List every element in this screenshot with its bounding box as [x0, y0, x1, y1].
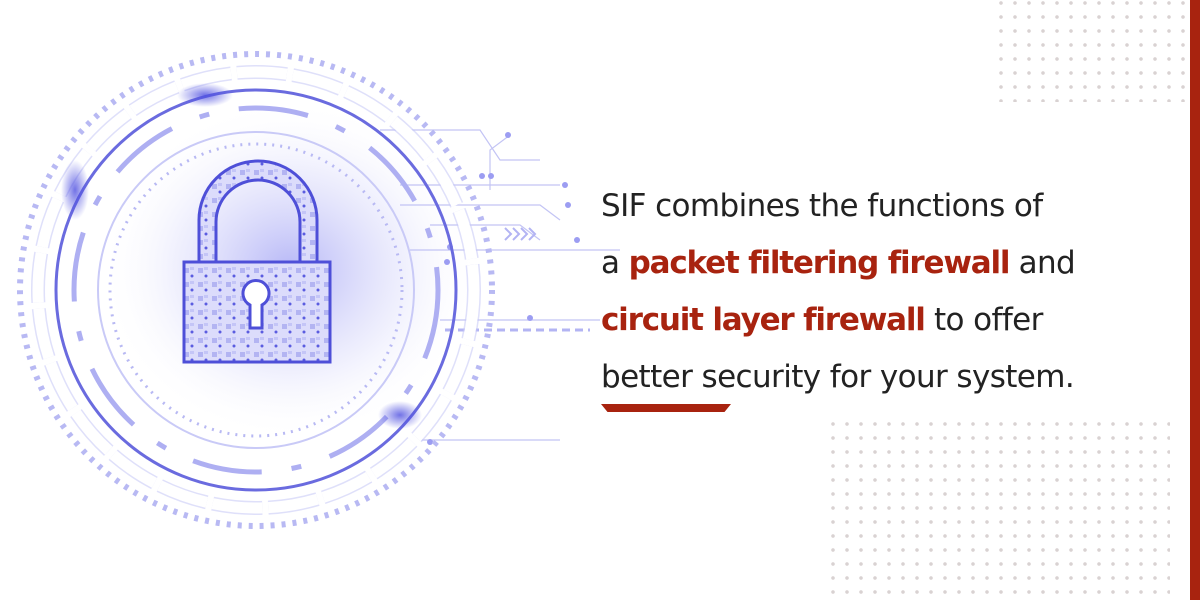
message-line-1: SIF combines the functions of [601, 188, 1043, 224]
chevron-arrows [504, 227, 537, 241]
ring-highlight-1 [177, 83, 233, 107]
message-line-3: circuit layer firewall to offer [601, 292, 1161, 349]
line2-suffix: and [1009, 245, 1076, 281]
message-text: SIF combines the functions of a packet f… [601, 178, 1161, 406]
security-graphic [17, 51, 620, 529]
dot-pattern-bottom [826, 417, 1170, 600]
dot-pattern-top [994, 0, 1200, 102]
infographic-canvas: SIF combines the functions of a packet f… [0, 0, 1200, 600]
highlight-packet-filtering: packet filtering firewall [628, 245, 1011, 281]
message-line-2: a packet filtering firewall and [601, 235, 1161, 292]
accent-bar-right [1190, 0, 1200, 600]
line3-suffix: to offer [924, 302, 1043, 338]
ring-highlight-3 [378, 401, 422, 429]
highlight-circuit-layer: circuit layer firewall [601, 302, 926, 338]
accent-underline [601, 404, 731, 412]
line2-prefix: a [601, 245, 629, 281]
message-line-4: better security for your system. [601, 359, 1075, 395]
ring-highlight-2 [61, 160, 89, 220]
